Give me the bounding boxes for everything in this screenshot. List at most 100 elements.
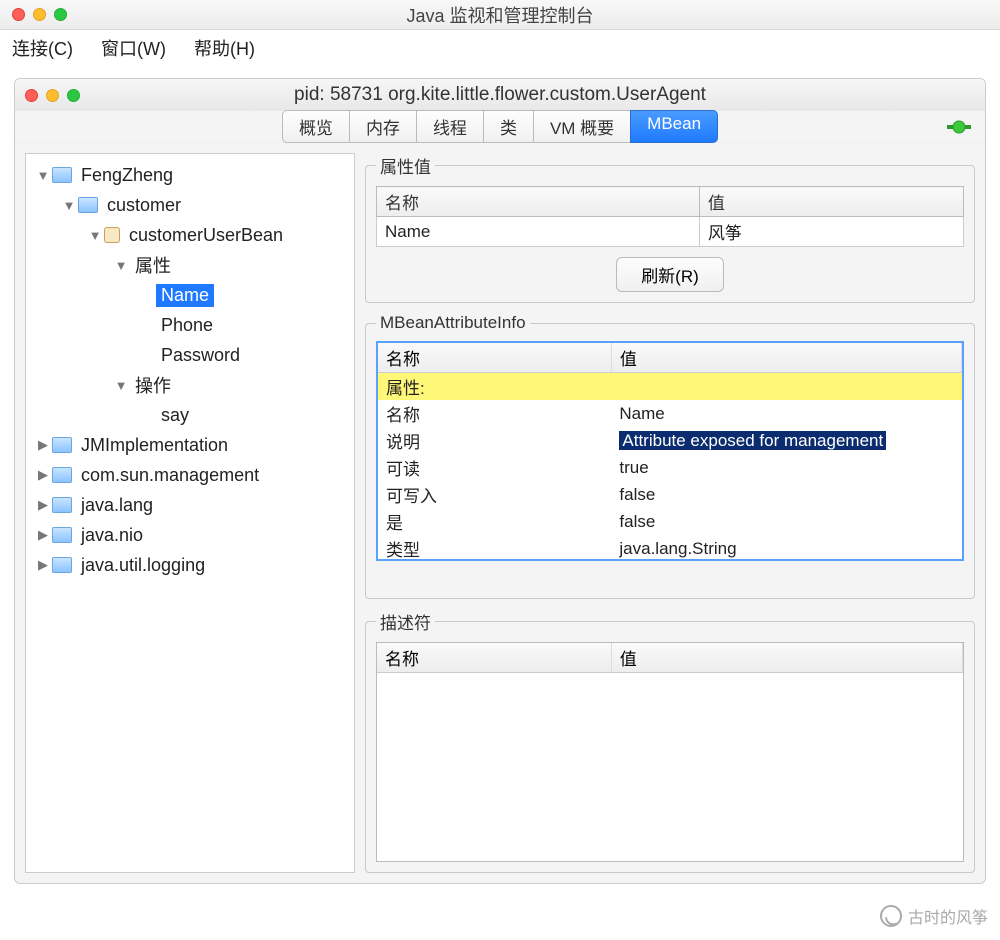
table-row[interactable]: 类型java.lang.String bbox=[378, 535, 962, 561]
cell-value bbox=[611, 373, 961, 401]
menu-connect[interactable]: 连接(C) bbox=[12, 35, 73, 61]
attr-header-name: 名称 bbox=[377, 187, 700, 217]
tree-item[interactable]: Phone bbox=[30, 310, 350, 340]
connect-status-icon bbox=[947, 117, 971, 137]
info-header-name: 名称 bbox=[378, 343, 611, 373]
tab-mbean[interactable]: MBean bbox=[630, 110, 718, 143]
tree-item[interactable]: java.util.logging bbox=[30, 550, 350, 580]
attr-header-value: 值 bbox=[699, 187, 963, 217]
cell-name: 名称 bbox=[378, 400, 611, 427]
cell-name: 可读 bbox=[378, 454, 611, 481]
info-table: 名称 值 属性:名称Name说明Attribute exposed for ma… bbox=[378, 343, 962, 561]
menu-window[interactable]: 窗口(W) bbox=[101, 35, 166, 61]
table-row[interactable]: 可读true bbox=[378, 454, 962, 481]
tree-item[interactable]: Name bbox=[30, 280, 350, 310]
minimize-icon[interactable] bbox=[33, 8, 46, 21]
cell-value: Name bbox=[611, 400, 961, 427]
disclosure-icon[interactable] bbox=[36, 527, 50, 543]
folder-icon bbox=[52, 527, 72, 543]
inner-window: pid: 58731 org.kite.little.flower.custom… bbox=[14, 78, 986, 884]
close-icon[interactable] bbox=[12, 8, 25, 21]
main-window: Java 监视和管理控制台 连接(C) 窗口(W) 帮助(H) pid: 587… bbox=[0, 0, 1000, 884]
window-title: Java 监视和管理控制台 bbox=[406, 2, 593, 28]
tab-内存[interactable]: 内存 bbox=[349, 110, 417, 143]
zoom-icon[interactable] bbox=[54, 8, 67, 21]
tree-item[interactable]: FengZheng bbox=[30, 160, 350, 190]
tree-label: say bbox=[156, 404, 194, 427]
cell-value: false bbox=[611, 481, 961, 508]
tree-label: customerUserBean bbox=[124, 224, 288, 247]
inner-titlebar: pid: 58731 org.kite.little.flower.custom… bbox=[15, 79, 985, 111]
disclosure-icon[interactable] bbox=[36, 437, 50, 453]
tree-label: 属性 bbox=[130, 251, 176, 279]
tab-类[interactable]: 类 bbox=[483, 110, 534, 143]
disclosure-icon[interactable] bbox=[88, 228, 102, 243]
tree-item[interactable]: Password bbox=[30, 340, 350, 370]
menubar: 连接(C) 窗口(W) 帮助(H) bbox=[0, 30, 1000, 66]
tree-item[interactable]: 属性 bbox=[30, 250, 350, 280]
folder-icon bbox=[52, 437, 72, 453]
inner-close-icon[interactable] bbox=[25, 89, 38, 102]
menu-help[interactable]: 帮助(H) bbox=[194, 35, 255, 61]
tab-vm 概要[interactable]: VM 概要 bbox=[533, 110, 631, 143]
watermark-text: 古时的风筝 bbox=[908, 904, 988, 928]
cell-value: Attribute exposed for management bbox=[611, 427, 961, 454]
cell-name: 类型 bbox=[378, 535, 611, 561]
right-panel: 属性值 名称 值 Name风筝 刷新(R) MBeanAttributeInfo bbox=[365, 153, 975, 873]
cell-name: 是 bbox=[378, 508, 611, 535]
inner-minimize-icon[interactable] bbox=[46, 89, 59, 102]
desc-header-name: 名称 bbox=[377, 643, 611, 673]
tree-label: 操作 bbox=[130, 371, 176, 399]
table-row[interactable]: 属性: bbox=[378, 373, 962, 401]
tree-label: Phone bbox=[156, 314, 218, 337]
cell-value: java.lang.String bbox=[611, 535, 961, 561]
content: FengZheng customer customerUserBean 属性 Name P… bbox=[15, 143, 985, 883]
bean-icon bbox=[104, 227, 120, 243]
table-row[interactable]: 名称Name bbox=[378, 400, 962, 427]
tree-item[interactable]: say bbox=[30, 400, 350, 430]
tree-item[interactable]: JMImplementation bbox=[30, 430, 350, 460]
info-legend: MBeanAttributeInfo bbox=[376, 313, 530, 333]
attribute-value-panel: 属性值 名称 值 Name风筝 刷新(R) bbox=[365, 153, 975, 303]
tree-item[interactable]: java.lang bbox=[30, 490, 350, 520]
inner-zoom-icon[interactable] bbox=[67, 89, 80, 102]
folder-icon bbox=[52, 467, 72, 483]
disclosure-icon[interactable] bbox=[36, 557, 50, 573]
inner-window-title: pid: 58731 org.kite.little.flower.custom… bbox=[294, 84, 706, 106]
refresh-button[interactable]: 刷新(R) bbox=[616, 257, 724, 292]
tree-item[interactable]: 操作 bbox=[30, 370, 350, 400]
disclosure-icon[interactable] bbox=[62, 198, 76, 213]
tree-label: customer bbox=[102, 194, 186, 217]
folder-icon bbox=[52, 167, 72, 183]
tree-item[interactable]: customer bbox=[30, 190, 350, 220]
table-row[interactable]: 可写入false bbox=[378, 481, 962, 508]
tabs: 概览内存线程类VM 概要MBean bbox=[282, 110, 718, 143]
disclosure-icon[interactable] bbox=[36, 168, 50, 183]
folder-icon bbox=[78, 197, 98, 213]
cell-name: 属性: bbox=[378, 373, 611, 401]
tree-item[interactable]: com.sun.management bbox=[30, 460, 350, 490]
tree-label: java.nio bbox=[76, 524, 148, 547]
tabbar: 概览内存线程类VM 概要MBean bbox=[15, 111, 985, 143]
tab-线程[interactable]: 线程 bbox=[416, 110, 484, 143]
tab-概览[interactable]: 概览 bbox=[282, 110, 350, 143]
disclosure-icon[interactable] bbox=[114, 258, 128, 273]
tree-label: Name bbox=[156, 284, 214, 307]
table-row[interactable]: Name风筝 bbox=[377, 217, 964, 247]
tree-label: java.util.logging bbox=[76, 554, 210, 577]
disclosure-icon[interactable] bbox=[36, 497, 50, 513]
descriptor-panel: 描述符 名称 值 bbox=[365, 609, 975, 873]
cell-name: Name bbox=[377, 217, 700, 247]
disclosure-icon[interactable] bbox=[114, 378, 128, 393]
cell-value: 风筝 bbox=[699, 217, 963, 247]
tree-item[interactable]: customerUserBean bbox=[30, 220, 350, 250]
mbean-attribute-info-panel: MBeanAttributeInfo 名称 值 属性:名称Name说明Attri… bbox=[365, 313, 975, 599]
attr-table: 名称 值 Name风筝 bbox=[376, 186, 964, 247]
tree-label: FengZheng bbox=[76, 164, 178, 187]
disclosure-icon[interactable] bbox=[36, 467, 50, 483]
tree-item[interactable]: java.nio bbox=[30, 520, 350, 550]
tree-label: JMImplementation bbox=[76, 434, 233, 457]
table-row[interactable]: 是false bbox=[378, 508, 962, 535]
mbean-tree[interactable]: FengZheng customer customerUserBean 属性 Name P… bbox=[25, 153, 355, 873]
table-row[interactable]: 说明Attribute exposed for management bbox=[378, 427, 962, 454]
